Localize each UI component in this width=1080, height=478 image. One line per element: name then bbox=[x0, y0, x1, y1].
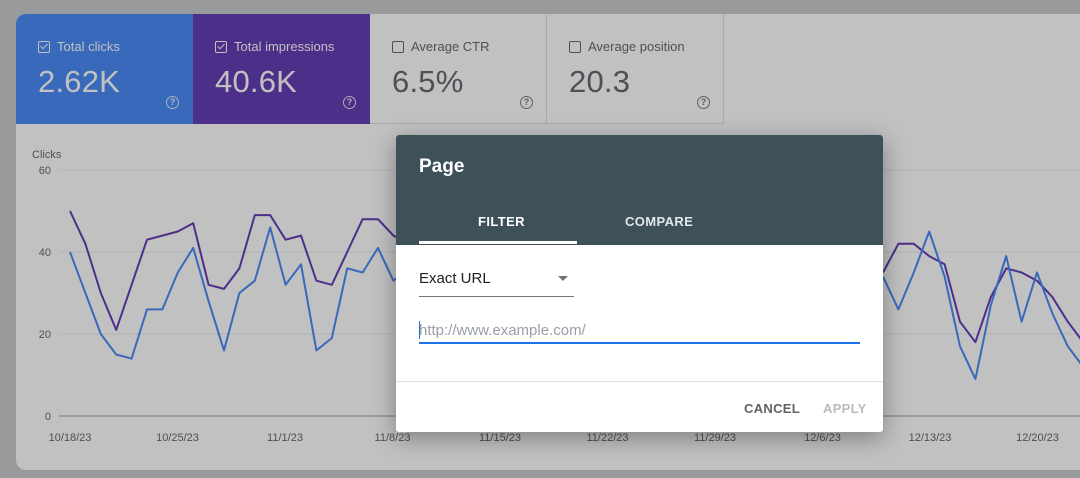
dropdown-arrow-icon bbox=[558, 276, 568, 281]
text-cursor bbox=[419, 321, 420, 339]
match-type-value: Exact URL bbox=[419, 270, 491, 287]
url-input[interactable] bbox=[419, 318, 860, 344]
match-type-dropdown[interactable]: Exact URL bbox=[419, 263, 574, 297]
tab-filter[interactable]: FILTER bbox=[478, 214, 525, 229]
dialog-header: Page FILTER COMPARE bbox=[396, 135, 883, 245]
dialog-title: Page bbox=[419, 156, 465, 177]
dialog-footer: CANCEL APPLY bbox=[396, 381, 883, 432]
cancel-button[interactable]: CANCEL bbox=[744, 401, 800, 416]
apply-button[interactable]: APPLY bbox=[823, 401, 867, 416]
tab-compare[interactable]: COMPARE bbox=[625, 214, 693, 229]
active-tab-indicator bbox=[419, 241, 577, 244]
page-filter-dialog: Page FILTER COMPARE Exact URL CANCEL APP… bbox=[396, 135, 883, 432]
search-console-page: Total clicks 2.62K ? Total impressions 4… bbox=[0, 0, 1080, 478]
